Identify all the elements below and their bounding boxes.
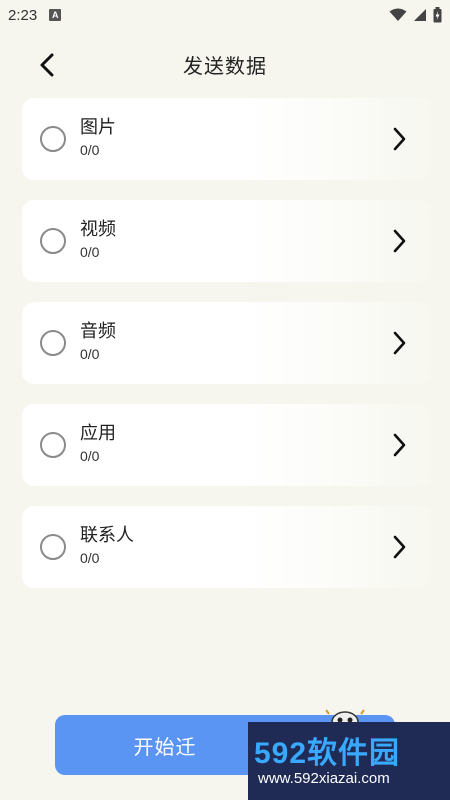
start-button-label: 开始迁 xyxy=(133,734,197,759)
chevron-left-icon xyxy=(40,53,54,77)
battery-icon xyxy=(433,7,442,23)
item-count: 0/0 xyxy=(80,550,100,566)
item-label: 视频 xyxy=(80,219,116,240)
chevron-right-icon xyxy=(393,331,406,355)
list-item-contacts[interactable]: 联系人 0/0 xyxy=(22,506,432,588)
chevron-right-icon xyxy=(393,229,406,253)
back-button[interactable] xyxy=(30,48,64,82)
item-label: 联系人 xyxy=(80,525,134,546)
item-count: 0/0 xyxy=(80,448,100,464)
item-label: 应用 xyxy=(80,423,116,444)
item-label: 图片 xyxy=(80,117,116,138)
status-bar: 2:23 A xyxy=(0,0,450,30)
signal-icon xyxy=(414,9,426,21)
page-title: 发送数据 xyxy=(183,53,267,78)
item-count: 0/0 xyxy=(80,346,100,362)
header: 发送数据 xyxy=(0,42,450,86)
list-item-apps[interactable]: 应用 0/0 xyxy=(22,404,432,486)
status-time: 2:23 xyxy=(8,6,38,24)
watermark-url: www.592xiazai.com xyxy=(258,770,390,787)
item-count: 0/0 xyxy=(80,142,100,158)
status-icons xyxy=(389,7,442,23)
list-item-images[interactable]: 图片 0/0 xyxy=(22,98,432,180)
item-label: 音频 xyxy=(80,321,116,342)
item-count: 0/0 xyxy=(80,244,100,260)
chevron-right-icon xyxy=(393,535,406,559)
radio-button[interactable] xyxy=(40,330,66,356)
notification-app-icon: A xyxy=(49,9,62,21)
radio-button[interactable] xyxy=(40,432,66,458)
list-item-videos[interactable]: 视频 0/0 xyxy=(22,200,432,282)
category-list: 图片 0/0 视频 0/0 音频 0/0 应用 0/0 联系人 0/0 xyxy=(22,98,432,608)
watermark-title: 592软件园 xyxy=(254,737,401,770)
watermark-logo: 592软件园 www.592xiazai.com xyxy=(248,722,450,800)
radio-button[interactable] xyxy=(40,534,66,560)
chevron-right-icon xyxy=(393,127,406,151)
chevron-right-icon xyxy=(393,433,406,457)
radio-button[interactable] xyxy=(40,228,66,254)
radio-button[interactable] xyxy=(40,126,66,152)
list-item-audio[interactable]: 音频 0/0 xyxy=(22,302,432,384)
wifi-icon xyxy=(389,8,407,21)
